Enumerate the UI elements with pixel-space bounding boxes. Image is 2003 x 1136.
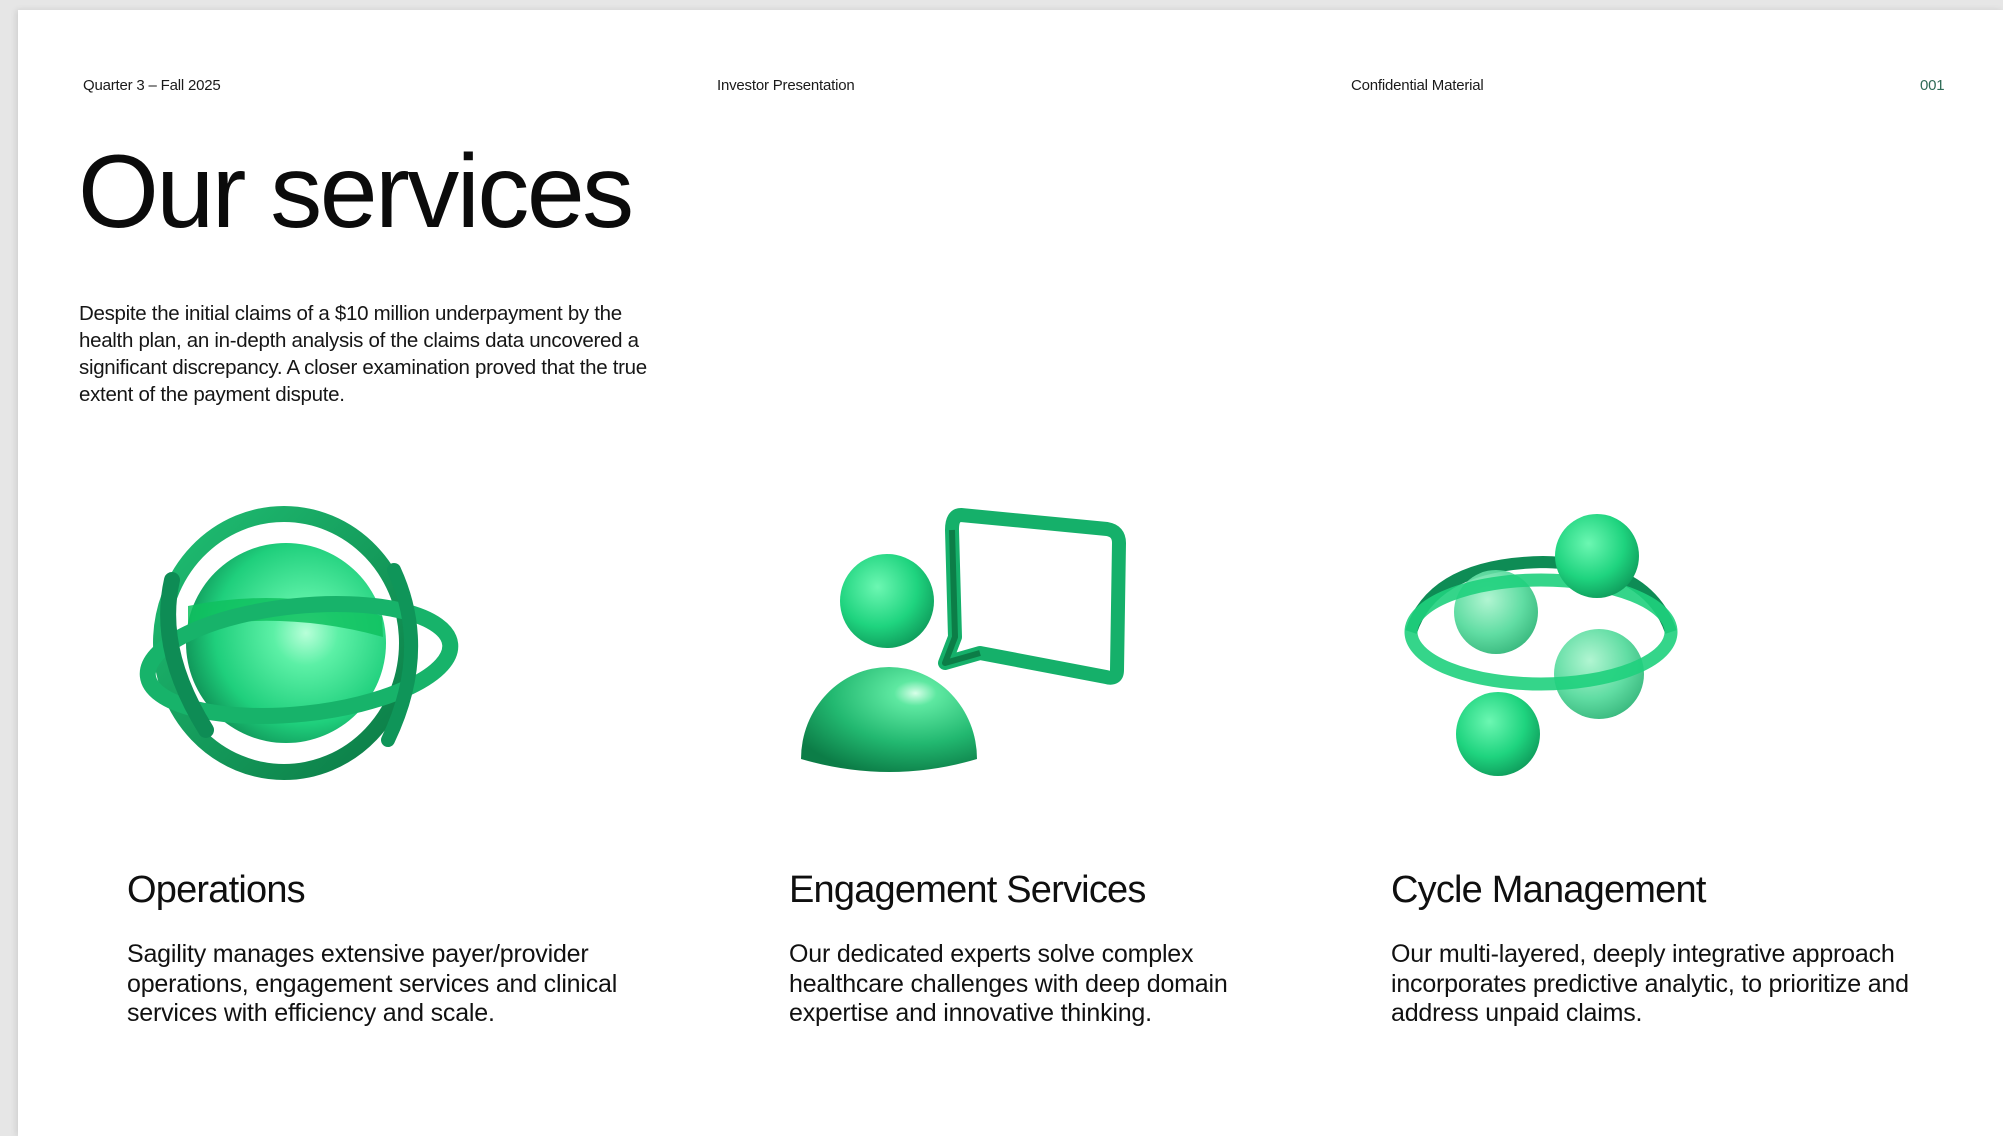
service-description-engagement: Our dedicated experts solve complex heal…: [789, 940, 1228, 1027]
globe-with-rings-icon: [139, 506, 459, 780]
intro-paragraph: Despite the initial claims of a $10 mill…: [79, 302, 647, 406]
header-classification: Confidential Material: [1351, 77, 1484, 94]
service-title-operations: Operations: [127, 869, 306, 911]
slide: Quarter 3 – Fall 2025 Investor Presentat…: [18, 10, 2003, 1136]
service-title-engagement: Engagement Services: [789, 869, 1146, 911]
orbiting-spheres-icon: [1404, 514, 1678, 776]
service-title-cycle-management: Cycle Management: [1391, 869, 1706, 911]
page-number: 001: [1920, 77, 1945, 94]
service-description-operations: Sagility manages extensive payer/provide…: [127, 940, 618, 1027]
person-with-speech-bubble-icon: [801, 508, 1126, 772]
header-deck-name: Investor Presentation: [717, 77, 855, 94]
header-period: Quarter 3 – Fall 2025: [83, 77, 221, 94]
service-description-cycle-management: Our multi-layered, deeply integrative ap…: [1391, 940, 1909, 1027]
page-title: Our services: [78, 134, 634, 250]
